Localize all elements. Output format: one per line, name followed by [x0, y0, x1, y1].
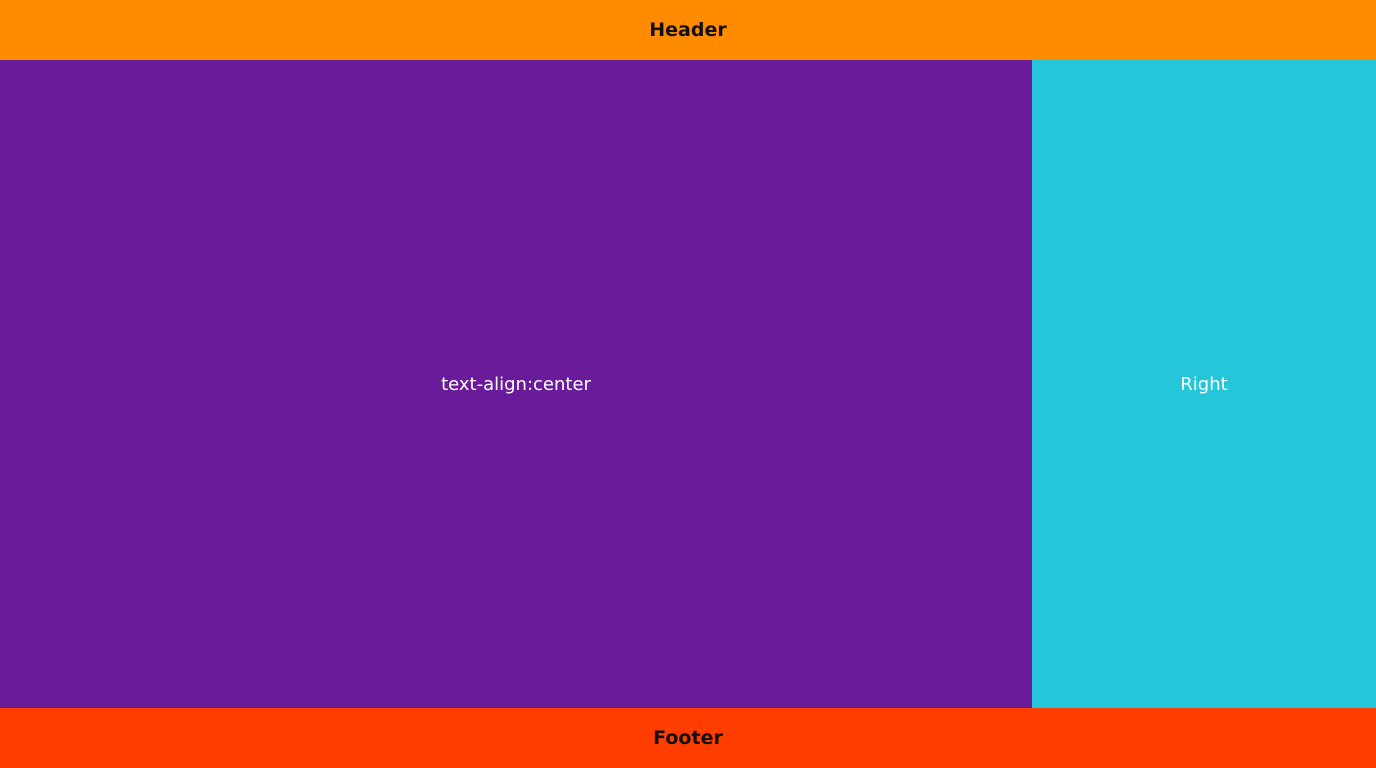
right-sidebar-label: Right: [1180, 373, 1228, 395]
header-region: Header: [0, 0, 1376, 60]
main-content-label: text-align:center: [441, 373, 591, 395]
footer-region: Footer: [0, 708, 1376, 768]
header-label: Header: [649, 19, 727, 41]
right-sidebar-region: Right: [1032, 60, 1376, 708]
main-content-region: text-align:center: [0, 60, 1032, 708]
footer-label: Footer: [653, 727, 723, 749]
page-layout: Header text-align:center Right Footer: [0, 0, 1376, 768]
